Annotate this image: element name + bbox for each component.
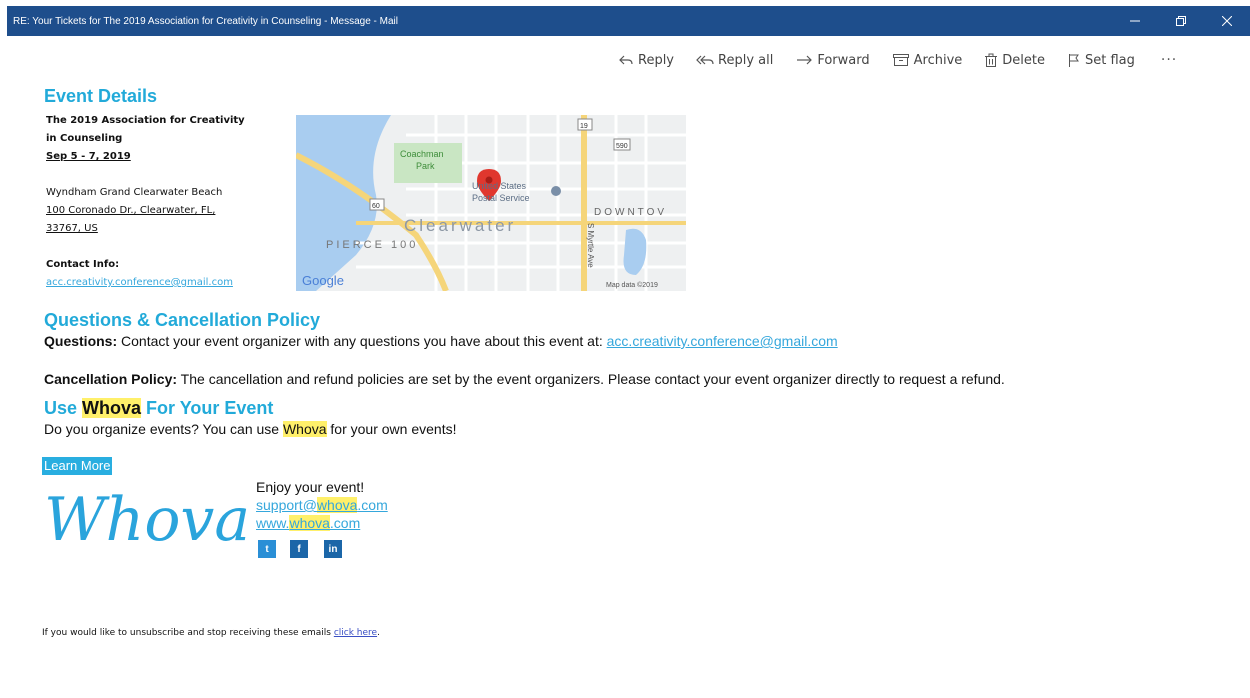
map-label-downtown: DOWNTOV <box>594 207 667 218</box>
google-logo: Google <box>302 273 344 288</box>
route-60-shield: 60 <box>372 203 380 210</box>
trash-icon <box>985 53 998 67</box>
minimize-icon <box>1130 20 1140 22</box>
website-link[interactable]: www.whova.com <box>256 514 388 532</box>
cancellation-line: Cancellation Policy: The cancellation an… <box>44 371 1005 387</box>
reply-icon <box>619 55 633 65</box>
more-options-button[interactable]: ··· <box>1161 52 1177 68</box>
close-button[interactable] <box>1204 6 1250 36</box>
archive-label: Archive <box>913 52 963 68</box>
www-pre: www. <box>256 515 290 531</box>
whova-heading-use: Use <box>44 398 83 418</box>
map-graphic: Coachman Park United States Postal Servi… <box>296 115 686 291</box>
restore-icon <box>1176 16 1186 26</box>
archive-icon <box>892 54 909 66</box>
venue-name: Wyndham Grand Clearwater Beach <box>46 187 223 198</box>
map-label-city: Clearwater <box>404 216 516 235</box>
learn-more-button[interactable]: Learn More <box>42 457 113 475</box>
questions-text: Contact your event organizer with any qu… <box>117 333 607 349</box>
event-title-line2: in Counseling <box>46 133 123 144</box>
event-details-heading: Event Details <box>44 86 158 106</box>
support-email-link[interactable]: support@whova.com <box>256 496 388 514</box>
set-flag-button[interactable]: Set flag <box>1067 53 1135 68</box>
questions-line: Questions: Contact your event organizer … <box>44 333 838 349</box>
delete-label: Delete <box>1002 52 1045 68</box>
reply-label: Reply <box>638 52 675 68</box>
contact-email-link[interactable]: acc.creativity.conference@gmail.com <box>46 274 286 292</box>
message-toolbar: Reply Reply all Forward Archive Delete S… <box>618 48 1177 72</box>
reply-all-label: Reply all <box>718 52 774 68</box>
map-attribution: Map data ©2019 <box>606 281 658 289</box>
reply-all-button[interactable]: Reply all <box>696 53 773 68</box>
route-590-shield: 590 <box>616 143 628 150</box>
unsubscribe-text: If you would like to unsubscribe and sto… <box>42 628 334 638</box>
event-dates: Sep 5 - 7, 2019 <box>46 151 131 162</box>
questions-email-link[interactable]: acc.creativity.conference@gmail.com <box>607 333 838 349</box>
whova-heading: Use Whova For Your Event <box>44 398 273 419</box>
forward-label: Forward <box>817 52 870 68</box>
contact-info-label: Contact Info: <box>46 259 120 270</box>
title-bar: RE: Your Tickets for The 2019 Associatio… <box>7 6 1250 36</box>
map-label-post1: United States <box>472 181 527 191</box>
map-label-post2: Postal Service <box>472 193 530 203</box>
cancellation-text: The cancellation and refund policies are… <box>177 371 1005 387</box>
whova-promo-name: Whova <box>282 421 327 437</box>
whova-logo[interactable]: Whova <box>42 474 252 554</box>
venue-address-line1[interactable]: 100 Coronado Dr., Clearwater, FL, <box>46 202 286 220</box>
whova-heading-name: Whova <box>82 398 142 418</box>
restore-button[interactable] <box>1158 6 1204 36</box>
map-label-park2: Park <box>416 161 435 171</box>
forward-button[interactable]: Forward <box>795 52 870 68</box>
forward-icon <box>797 55 813 65</box>
event-title-line1: The 2019 Association for Creativity <box>46 115 245 126</box>
whova-promo-pre: Do you organize events? You can use <box>44 421 283 437</box>
support-whova: whova <box>316 497 358 513</box>
cancellation-label: Cancellation Policy: <box>44 371 178 387</box>
flag-icon <box>1069 53 1079 67</box>
support-pre: support@ <box>256 497 317 513</box>
questions-label: Questions: <box>44 333 118 349</box>
linkedin-icon[interactable]: in <box>324 540 342 558</box>
whova-heading-rest: For Your Event <box>141 398 274 418</box>
unsubscribe-line: If you would like to unsubscribe and sto… <box>42 628 380 638</box>
map-label-street: S Myrtle Ave <box>586 223 595 268</box>
support-post: .com <box>357 497 388 513</box>
map-label-park: Coachman <box>400 149 444 159</box>
close-icon <box>1222 16 1232 26</box>
enjoy-text: Enjoy your event! <box>256 479 365 495</box>
www-post: .com <box>329 515 361 531</box>
reply-button[interactable]: Reply <box>618 53 674 68</box>
route-19-shield: 19 <box>580 123 588 130</box>
minimize-button[interactable] <box>1112 6 1158 36</box>
venue-address-line2[interactable]: 33767, US <box>46 220 286 238</box>
whova-promo: Do you organize events? You can use Whov… <box>44 421 456 437</box>
venue-map[interactable]: Coachman Park United States Postal Servi… <box>296 115 686 291</box>
facebook-icon[interactable]: f <box>290 540 308 558</box>
map-label-pierce: PIERCE 100 <box>326 239 418 251</box>
unsubscribe-end: . <box>377 628 380 638</box>
event-info: The 2019 Association for Creativity in C… <box>46 112 286 292</box>
window-controls <box>1112 6 1250 36</box>
whova-promo-post: for your own events! <box>326 421 457 437</box>
whova-contact: Enjoy your event! support@whova.com www.… <box>256 478 388 532</box>
policy-heading: Questions & Cancellation Policy <box>44 310 321 330</box>
window-title: RE: Your Tickets for The 2019 Associatio… <box>13 15 398 27</box>
delete-button[interactable]: Delete <box>984 53 1045 68</box>
www-whova: whova <box>289 515 330 531</box>
archive-button[interactable]: Archive <box>892 52 963 68</box>
set-flag-label: Set flag <box>1085 52 1135 68</box>
twitter-icon[interactable]: t <box>258 540 276 558</box>
reply-all-icon <box>696 55 714 65</box>
unsubscribe-link[interactable]: click here <box>334 628 377 638</box>
whova-logo-text: Whova <box>44 485 250 554</box>
